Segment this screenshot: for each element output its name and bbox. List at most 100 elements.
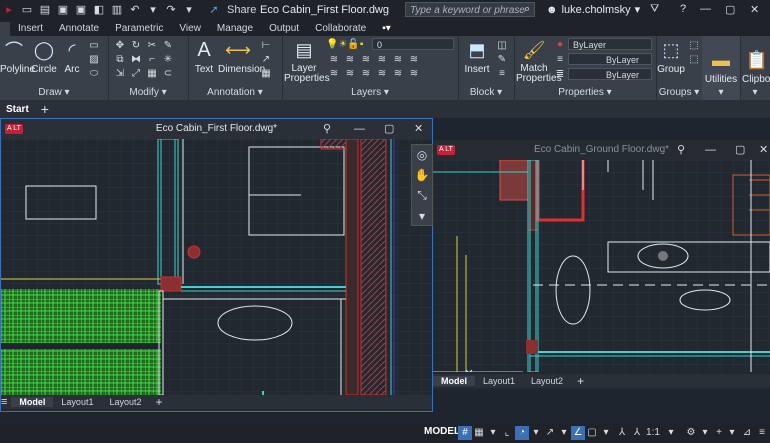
- ground-add-layout-icon[interactable]: +: [577, 374, 584, 388]
- insert-button[interactable]: ⬒ Insert: [462, 38, 492, 76]
- layer-tool-4-icon[interactable]: ≋: [376, 54, 388, 66]
- fillet-icon[interactable]: ⌐: [146, 54, 158, 66]
- group-edit-icon[interactable]: ⬚: [688, 54, 700, 66]
- clipboard-dropdown-icon[interactable]: ▾: [740, 87, 770, 98]
- clipboard-button[interactable]: 📋 Clipboa: [742, 48, 770, 86]
- tab-view[interactable]: View: [171, 22, 209, 36]
- search-icon[interactable]: ⌕: [524, 3, 530, 16]
- edit-block-icon[interactable]: ✎: [496, 54, 508, 66]
- save-icon[interactable]: ▣: [57, 4, 69, 16]
- copy-icon[interactable]: ⧉: [114, 54, 126, 66]
- ortho-icon[interactable]: ⌞: [500, 426, 514, 440]
- search-input[interactable]: Type a keyword or phrase: [405, 2, 535, 17]
- pin-icon[interactable]: ⚲: [677, 140, 685, 160]
- help-icon[interactable]: ?: [680, 3, 686, 15]
- linetype-dropdown[interactable]: ByLayer: [568, 53, 652, 65]
- grid-icon[interactable]: #: [458, 426, 472, 440]
- app-menu-icon[interactable]: ▸: [3, 4, 15, 16]
- save-as-icon[interactable]: ▣: [75, 4, 87, 16]
- polyline-button[interactable]: ⌒ Polyline: [0, 38, 35, 75]
- layer-tool-1-icon[interactable]: ≋: [328, 54, 340, 66]
- linear-icon[interactable]: ⊢: [260, 40, 272, 52]
- web-icon[interactable]: ◧: [93, 4, 105, 16]
- linetype-icon[interactable]: ≡: [554, 54, 566, 66]
- maximize-window-icon[interactable]: ▢: [384, 119, 394, 139]
- layer-tool-11-icon[interactable]: ≋: [392, 68, 404, 80]
- osnap-icon[interactable]: ∠: [571, 426, 585, 440]
- polar-dropdown-icon[interactable]: ▾: [529, 426, 543, 440]
- close-icon[interactable]: ✕: [750, 3, 759, 16]
- tab-collaborate[interactable]: Collaborate: [307, 22, 374, 36]
- layer-dropdown[interactable]: 0: [372, 38, 454, 50]
- first-floor-drawing[interactable]: [1, 139, 432, 395]
- trim-icon[interactable]: ✂: [146, 40, 158, 52]
- first-layout2-tab[interactable]: Layout2: [101, 397, 149, 407]
- open-icon[interactable]: ▤: [39, 4, 51, 16]
- color-dropdown[interactable]: ByLayer: [568, 38, 652, 50]
- annotation-scale-icon[interactable]: ⅄: [630, 426, 644, 440]
- snap-dropdown-icon[interactable]: ▾: [486, 426, 500, 440]
- ground-floor-drawing[interactable]: [433, 160, 770, 372]
- ground-layout1-tab[interactable]: Layout1: [475, 376, 523, 386]
- isodraft-dropdown-icon[interactable]: ▾: [557, 426, 571, 440]
- pan-icon[interactable]: ✋: [415, 168, 430, 182]
- minimize-icon[interactable]: —: [700, 3, 711, 15]
- circle-button[interactable]: ◯ Circle: [30, 38, 58, 76]
- customize-icon[interactable]: ≡: [755, 426, 769, 440]
- annotation-panel-label[interactable]: Annotation ▾: [188, 87, 282, 98]
- start-tab[interactable]: Start: [0, 104, 35, 115]
- close-window-icon[interactable]: ✕: [414, 119, 423, 139]
- plot-icon[interactable]: ▥: [111, 4, 123, 16]
- layer-tool-10-icon[interactable]: ≋: [376, 68, 388, 80]
- grid-dropdown-icon[interactable]: ▦: [472, 426, 486, 440]
- pin-icon[interactable]: ⚲: [323, 119, 331, 139]
- stretch-icon[interactable]: ⇲: [114, 68, 126, 80]
- layer-tool-7-icon[interactable]: ≋: [328, 68, 340, 80]
- attribute-icon[interactable]: ≡: [496, 68, 508, 80]
- rotate-icon[interactable]: ↻: [130, 40, 142, 52]
- move-icon[interactable]: ✥: [114, 40, 126, 52]
- redo-dropdown-icon[interactable]: ▾: [183, 4, 195, 16]
- group-button[interactable]: ⬚ Group: [656, 38, 686, 76]
- tab-insert[interactable]: Insert: [10, 22, 51, 36]
- zoom-extents-icon[interactable]: ⤡: [417, 188, 427, 203]
- isolate-objects-icon[interactable]: ⊿: [740, 426, 754, 440]
- layer-tool-5-icon[interactable]: ≋: [392, 54, 404, 66]
- explode-icon[interactable]: ✳: [162, 54, 174, 66]
- layer-tool-3-icon[interactable]: ≋: [360, 54, 372, 66]
- tracking-dropdown-icon[interactable]: ▾: [599, 426, 613, 440]
- groups-panel-label[interactable]: Groups ▾: [656, 87, 702, 98]
- layer-properties-button[interactable]: ▤ Layer Properties: [284, 38, 330, 84]
- scale-dropdown-icon[interactable]: ▾: [664, 426, 678, 440]
- redo-icon[interactable]: ↷: [165, 4, 177, 16]
- first-layout1-tab[interactable]: Layout1: [53, 397, 101, 407]
- ground-layout2-tab[interactable]: Layout2: [523, 376, 571, 386]
- new-icon[interactable]: ▭: [21, 4, 33, 16]
- properties-panel-label[interactable]: Properties ▾: [514, 87, 656, 98]
- layers-panel-label[interactable]: Layers ▾: [282, 87, 458, 98]
- tab-home[interactable]: [0, 22, 10, 36]
- user-account[interactable]: ☻ luke.cholmsky ▾: [542, 3, 640, 17]
- layer-tool-9-icon[interactable]: ≋: [360, 68, 372, 80]
- steeringwheel-icon[interactable]: ◎: [417, 148, 427, 162]
- array-icon[interactable]: ▦: [146, 68, 158, 80]
- tab-manage[interactable]: Manage: [209, 22, 261, 36]
- table-icon[interactable]: ▦: [260, 68, 272, 80]
- tab-overflow[interactable]: ▪▾: [374, 22, 399, 36]
- nav-dropdown-icon[interactable]: ▾: [419, 209, 425, 223]
- utilities-button[interactable]: ▬ Utilities: [702, 48, 740, 86]
- maximize-window-icon[interactable]: ▢: [735, 140, 745, 160]
- first-model-tab[interactable]: Model: [11, 397, 54, 407]
- mirror-icon[interactable]: ⧓: [130, 54, 142, 66]
- workspace-icon[interactable]: ⚙: [684, 426, 698, 440]
- hatch-icon[interactable]: ▨: [88, 54, 100, 66]
- lineweight-icon[interactable]: ≣: [554, 69, 566, 81]
- leader-icon[interactable]: ↗: [260, 54, 272, 66]
- layer-tool-12-icon[interactable]: ≋: [408, 68, 420, 80]
- ungroup-icon[interactable]: ⬚: [688, 40, 700, 52]
- minimize-window-icon[interactable]: —: [354, 119, 365, 139]
- text-button[interactable]: A Text: [190, 38, 218, 76]
- create-block-icon[interactable]: ◫: [496, 40, 508, 52]
- share-button[interactable]: ➚ Share: [204, 4, 256, 16]
- layout-menu-icon[interactable]: ≡: [1, 396, 7, 408]
